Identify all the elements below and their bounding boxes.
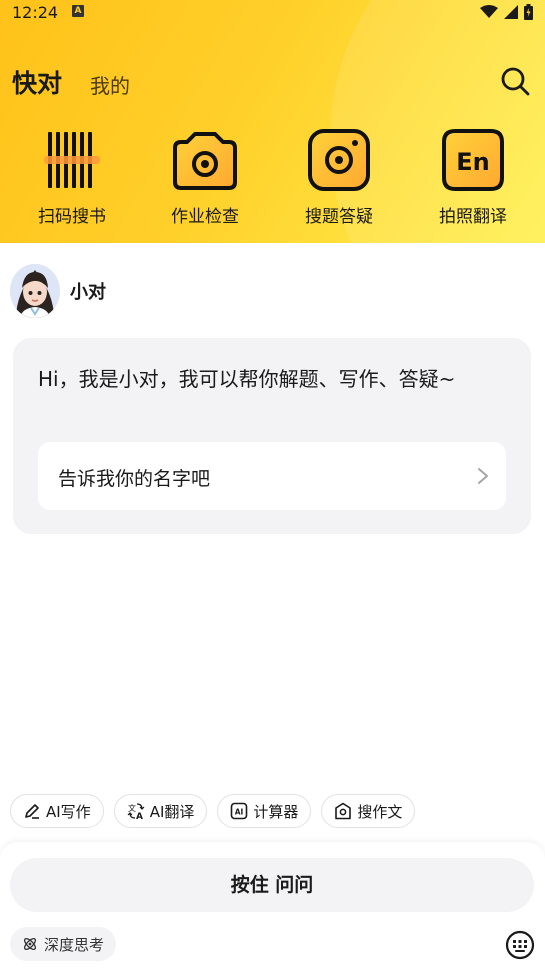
message-bubble: Hi，我是小对，我可以帮你解题、写作、答疑~ 告诉我你的名字吧 (13, 338, 531, 534)
translate-icon: 文 A (127, 803, 145, 820)
chip-search-essay[interactable]: 搜作文 (321, 794, 416, 828)
barcode-icon (44, 132, 100, 188)
quick-action-label: 作业检查 (171, 207, 239, 227)
wifi-icon (480, 5, 498, 18)
search-icon[interactable] (500, 66, 530, 96)
tool-chips: AI写作 文 A AI翻译 AI 计算器 搜作文 (10, 794, 416, 828)
svg-text:AI: AI (235, 808, 244, 817)
battery-icon (524, 4, 533, 20)
pen-icon (25, 804, 39, 819)
chevron-right-icon (478, 468, 488, 484)
chip-ai-writing[interactable]: AI写作 (10, 794, 104, 828)
bot-name: 小对 (70, 282, 106, 303)
atom-icon (23, 937, 37, 951)
suggestion-text: 告诉我你的名字吧 (58, 468, 211, 490)
app-title[interactable]: 快对 (12, 64, 62, 100)
message-text: Hi，我是小对，我可以帮你解题、写作、答疑~ (38, 367, 456, 391)
camera-icon (173, 132, 237, 190)
deep-think-label: 深度思考 (44, 935, 105, 954)
status-bar: 12:24 A (0, 0, 545, 26)
quick-action-search-question[interactable]: 搜题答疑 (279, 128, 399, 228)
quick-action-label: 扫码搜书 (38, 207, 106, 227)
camera-square-icon (308, 129, 370, 191)
status-icons (480, 4, 533, 20)
header: 12:24 A 快对 我的 扫码搜书 作业检查 搜题答疑 En 拍照翻译 (0, 0, 545, 243)
quick-action-label: 搜题答疑 (305, 207, 373, 227)
quick-action-label: 拍照翻译 (439, 207, 507, 227)
bot-header: 小对 (10, 263, 106, 319)
quick-action-scan-book[interactable]: 扫码搜书 (12, 128, 132, 228)
quick-action-photo-translate[interactable]: En 拍照翻译 (413, 128, 533, 228)
chip-label: AI写作 (46, 802, 91, 821)
chip-label: 计算器 (253, 802, 299, 821)
chip-label: 搜作文 (357, 802, 403, 821)
svg-text:A: A (136, 812, 143, 820)
bot-avatar-image (10, 264, 60, 318)
hold-to-ask-button[interactable]: 按住 问问 (10, 858, 534, 912)
keyboard-icon[interactable] (505, 930, 535, 960)
svg-text:文: 文 (128, 803, 136, 813)
chip-ai-translate[interactable]: 文 A AI翻译 (113, 794, 208, 828)
translate-en-icon: En (442, 129, 504, 191)
avatar[interactable] (10, 264, 60, 318)
chip-label: AI翻译 (149, 802, 195, 821)
notification-indicator: A (72, 5, 84, 17)
chip-calculator[interactable]: AI 计算器 (217, 794, 312, 828)
status-time: 12:24 (12, 3, 59, 22)
ai-calculator-icon: AI (231, 802, 248, 820)
quick-action-homework-check[interactable]: 作业检查 (145, 128, 265, 228)
signal-icon (504, 5, 518, 19)
deep-think-toggle[interactable]: 深度思考 (10, 927, 117, 961)
tab-mine[interactable]: 我的 (90, 70, 130, 99)
search-essay-icon (335, 802, 352, 820)
svg-text:En: En (456, 148, 489, 176)
suggestion-card[interactable]: 告诉我你的名字吧 (38, 442, 506, 510)
